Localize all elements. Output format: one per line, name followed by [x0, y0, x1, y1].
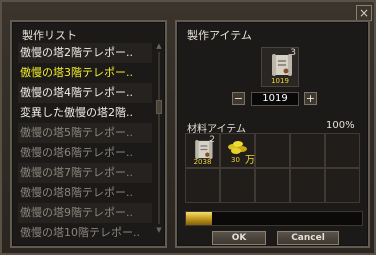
- quantity-input[interactable]: 1019: [251, 92, 299, 106]
- material-slot[interactable]: 30 万: [220, 133, 255, 168]
- craft-progress-fill: [186, 212, 213, 225]
- craft-list-item[interactable]: 傲慢の塔7階テレポー..: [18, 163, 152, 183]
- crafting-window: × 製作リスト 傲慢の塔2階テレポー.. 傲慢の塔3階テレポー.. 傲慢の塔4階…: [0, 0, 376, 255]
- scroll-down-icon[interactable]: ▼: [155, 226, 163, 234]
- crafted-item-panel: 製作アイテム 3 1019 − 1019 + 材料アイテム 100% 2 203…: [175, 20, 370, 248]
- material-subcount: 2038: [193, 158, 212, 166]
- craft-list-item[interactable]: 傲慢の塔9階テレポー..: [18, 203, 152, 223]
- list-scrollbar[interactable]: ▲ ▼: [155, 42, 163, 242]
- crafted-item-title: 製作アイテム: [187, 29, 252, 42]
- material-count: 2: [209, 135, 215, 145]
- material-slot[interactable]: 2 2038: [185, 133, 220, 168]
- materials-percent: 100%: [326, 120, 355, 131]
- material-slot-empty: [325, 168, 360, 203]
- material-slot-empty: [255, 168, 290, 203]
- craft-list-item[interactable]: 傲慢の塔8階テレポー..: [18, 183, 152, 203]
- scroll-thumb[interactable]: [156, 100, 162, 114]
- craft-list: 傲慢の塔2階テレポー.. 傲慢の塔3階テレポー.. 傲慢の塔4階テレポー.. 変…: [18, 43, 152, 243]
- craft-list-title: 製作リスト: [22, 29, 77, 42]
- crafted-item-subcount: 1019: [271, 77, 289, 85]
- craft-list-item-selected[interactable]: 傲慢の塔3階テレポー..: [18, 63, 152, 83]
- craft-list-item[interactable]: 変異した傲慢の塔2階..: [18, 103, 152, 123]
- materials-grid: 2 2038 30 万: [185, 133, 360, 203]
- material-slot-empty: [220, 168, 255, 203]
- craft-list-item[interactable]: 傲慢の塔10階テレポー..: [18, 223, 152, 243]
- crafted-item-count: 3: [290, 48, 296, 58]
- material-slot-empty: [255, 133, 290, 168]
- material-slot-empty: [290, 133, 325, 168]
- craft-list-panel: 製作リスト 傲慢の塔2階テレポー.. 傲慢の塔3階テレポー.. 傲慢の塔4階テレ…: [10, 20, 167, 248]
- material-slot-empty: [325, 133, 360, 168]
- craft-list-item[interactable]: 傲慢の塔5階テレポー..: [18, 123, 152, 143]
- scroll-track[interactable]: [158, 52, 160, 224]
- gold-suffix: 万: [245, 155, 255, 166]
- material-slot-empty: [290, 168, 325, 203]
- crafted-item-slot[interactable]: 3 1019: [261, 47, 299, 87]
- craft-list-item[interactable]: 傲慢の塔4階テレポー..: [18, 83, 152, 103]
- quantity-minus-button[interactable]: −: [232, 92, 245, 105]
- quantity-plus-button[interactable]: +: [304, 92, 317, 105]
- close-button[interactable]: ×: [356, 5, 372, 21]
- craft-list-item[interactable]: 傲慢の塔6階テレポー..: [18, 143, 152, 163]
- ok-button[interactable]: OK: [212, 231, 266, 245]
- gold-amount: 30: [231, 156, 240, 164]
- cancel-button[interactable]: Cancel: [277, 231, 339, 245]
- scroll-up-icon[interactable]: ▲: [155, 42, 163, 50]
- craft-progress-bar: [185, 211, 363, 226]
- material-slot-empty: [185, 168, 220, 203]
- craft-list-item[interactable]: 傲慢の塔2階テレポー..: [18, 43, 152, 63]
